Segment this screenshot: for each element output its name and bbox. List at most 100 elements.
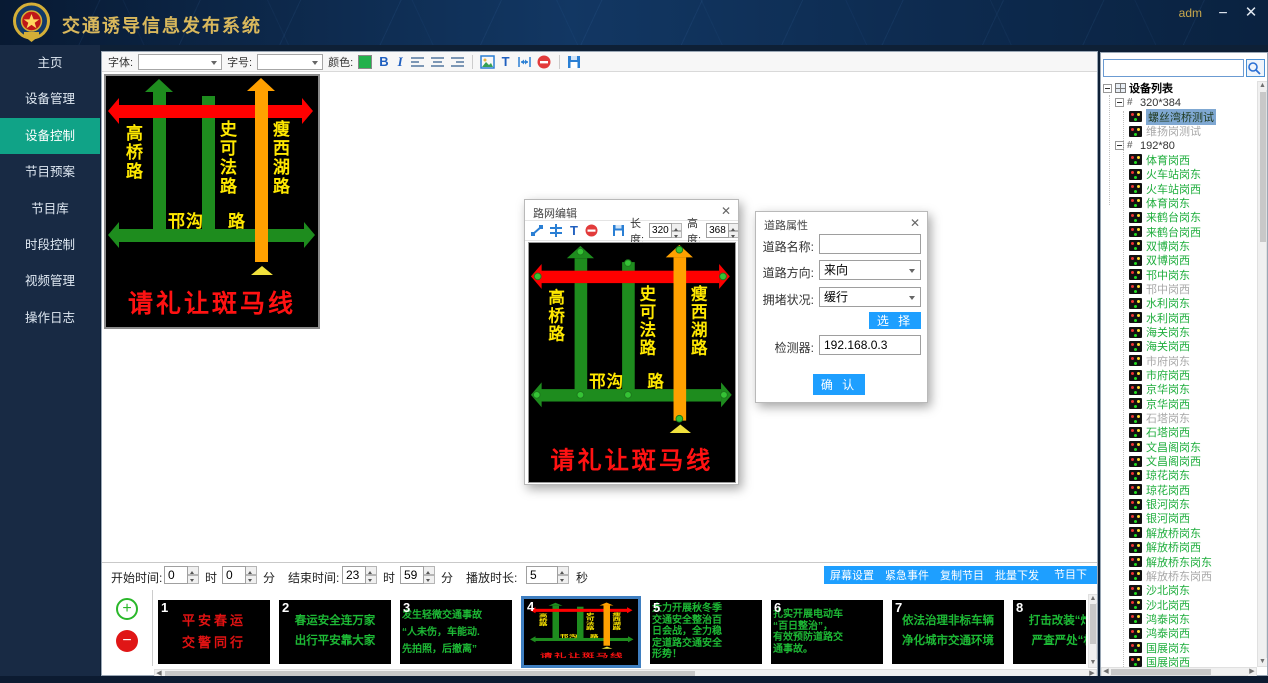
device-item[interactable]: 水利岗西	[1101, 311, 1257, 325]
playlist-thumbnail-2[interactable]: 2春运安全连万家出行平安靠大家	[279, 600, 391, 664]
search-button[interactable]	[1246, 59, 1265, 77]
device-item[interactable]: 国展岗东	[1101, 640, 1257, 654]
control-point[interactable]	[675, 246, 683, 254]
timebar-button-4[interactable]: 节目下发	[1044, 566, 1097, 584]
timebar-button-1[interactable]: 紧急事件	[879, 566, 935, 584]
italic-button[interactable]: I	[396, 54, 405, 70]
start-min-stepper[interactable]	[222, 566, 257, 584]
editor-delete-icon[interactable]	[585, 224, 598, 238]
control-point[interactable]	[624, 259, 632, 267]
control-point[interactable]	[720, 391, 728, 399]
playlist-thumbnail-3[interactable]: 3发生轻微交通事故“人未伤，车能动.先拍照，后撤离”	[400, 600, 512, 664]
congestion-select[interactable]: 缓行	[819, 287, 921, 307]
playlist-thumbnail-7[interactable]: 7依法治理非标车辆净化城市交通环境	[892, 600, 1004, 664]
collapse-icon[interactable]	[1115, 98, 1124, 107]
color-swatch[interactable]	[358, 55, 372, 69]
add-program-button[interactable]: +	[116, 598, 138, 620]
props-close-icon[interactable]	[910, 216, 920, 230]
collapse-icon[interactable]	[1103, 84, 1112, 93]
tree-group-320*384[interactable]: 320*384	[1101, 95, 1257, 109]
control-point[interactable]	[577, 391, 585, 399]
control-point[interactable]	[533, 391, 541, 399]
sidebar-item-1[interactable]: 设备管理	[0, 81, 100, 117]
end-hour-stepper[interactable]	[342, 566, 377, 584]
device-item[interactable]: 来鹤台岗东	[1101, 210, 1257, 224]
device-item[interactable]: 文昌阁岗西	[1101, 454, 1257, 468]
playlist-thumbnail-1[interactable]: 1平安春运交警同行	[158, 600, 270, 664]
device-item[interactable]: 文昌阁岗东	[1101, 440, 1257, 454]
device-search-input[interactable]	[1103, 59, 1244, 77]
font-select[interactable]	[138, 54, 222, 70]
control-point[interactable]	[719, 273, 727, 281]
device-item[interactable]: 邗中岗西	[1101, 282, 1257, 296]
timebar-button-2[interactable]: 复制节目	[934, 566, 990, 584]
bold-button[interactable]: B	[377, 54, 390, 69]
timebar-button-3[interactable]: 批量下发	[989, 566, 1045, 584]
sidebar-item-4[interactable]: 节目库	[0, 191, 100, 227]
device-item[interactable]: 体育岗东	[1101, 196, 1257, 210]
panel-vertical-scrollbar[interactable]: ▲ ▼	[1257, 81, 1267, 667]
device-item[interactable]: 银河岗西	[1101, 511, 1257, 525]
sidebar-item-6[interactable]: 视频管理	[0, 263, 100, 299]
tree-group-192*80[interactable]: 192*80	[1101, 138, 1257, 152]
device-item[interactable]: 石塔岗西	[1101, 425, 1257, 439]
size-select[interactable]	[257, 54, 323, 70]
editor-save-icon[interactable]	[612, 224, 625, 238]
timebar-button-0[interactable]: 屏幕设置	[824, 566, 880, 584]
strip-vertical-scrollbar[interactable]: ▲ ▼	[1088, 594, 1097, 668]
device-item[interactable]: 海关岗西	[1101, 339, 1257, 353]
device-item[interactable]: 京华岗西	[1101, 397, 1257, 411]
device-item[interactable]: 解放桥东岗西	[1101, 569, 1257, 583]
road-name-input[interactable]	[819, 234, 921, 254]
editor-canvas[interactable]: 高桥路 史可法路 瘦西湖路 邗沟 路 请礼让斑马线	[528, 242, 736, 483]
device-item[interactable]: 银河岗东	[1101, 497, 1257, 511]
start-hour-stepper[interactable]	[164, 566, 199, 584]
device-item[interactable]: 琼花岗西	[1101, 483, 1257, 497]
sidebar-item-7[interactable]: 操作日志	[0, 300, 100, 336]
device-item[interactable]: 海关岗东	[1101, 325, 1257, 339]
device-item[interactable]: 沙北岗西	[1101, 597, 1257, 611]
device-item[interactable]: 京华岗东	[1101, 382, 1257, 396]
device-item[interactable]: 琼花岗东	[1101, 468, 1257, 482]
device-item[interactable]: 螺丝湾桥测试	[1101, 110, 1257, 124]
device-item[interactable]: 解放桥岗西	[1101, 540, 1257, 554]
end-min-stepper[interactable]	[400, 566, 435, 584]
device-item[interactable]: 火车站岗东	[1101, 167, 1257, 181]
device-item[interactable]: 鸿泰岗西	[1101, 626, 1257, 640]
device-item[interactable]: 鸿泰岗东	[1101, 612, 1257, 626]
device-item[interactable]: 双博岗东	[1101, 239, 1257, 253]
device-item[interactable]: 邗中岗东	[1101, 267, 1257, 281]
device-item[interactable]: 双博岗西	[1101, 253, 1257, 267]
control-point[interactable]	[577, 248, 585, 256]
playlist-thumbnail-6[interactable]: 6扎实开展电动车“百日整治”，有效预防道路交通事故。	[771, 600, 883, 664]
device-item[interactable]: 解放桥东岗东	[1101, 554, 1257, 568]
sidebar-item-5[interactable]: 时段控制	[0, 227, 100, 263]
height-stepper[interactable]	[706, 223, 739, 238]
align-right-icon[interactable]	[450, 55, 465, 69]
confirm-button[interactable]: 确 认	[813, 374, 865, 395]
align-left-icon[interactable]	[410, 55, 425, 69]
close-icon[interactable]	[1242, 4, 1260, 22]
editor-close-icon[interactable]	[721, 204, 731, 218]
device-item[interactable]: 维扬岗测试	[1101, 124, 1257, 138]
text-tool-button[interactable]: T	[500, 54, 512, 69]
device-item[interactable]: 来鹤台岗西	[1101, 224, 1257, 238]
minimize-icon[interactable]	[1214, 4, 1232, 22]
save-icon[interactable]	[567, 55, 582, 69]
duration-stepper[interactable]	[526, 566, 569, 584]
device-item[interactable]: 石塔岗东	[1101, 411, 1257, 425]
editor-text-tool[interactable]: T	[568, 223, 580, 238]
user-name[interactable]: adm	[1179, 6, 1202, 20]
device-item[interactable]: 体育岗西	[1101, 153, 1257, 167]
sign-preview-canvas[interactable]: 高桥路 史可法路 瘦西湖路 邗沟 路 请礼让斑马线	[104, 74, 320, 329]
device-item[interactable]: 解放桥岗东	[1101, 526, 1257, 540]
control-point[interactable]	[675, 415, 683, 423]
device-item[interactable]: 火车站岗西	[1101, 181, 1257, 195]
device-item[interactable]: 市府岗东	[1101, 354, 1257, 368]
sidebar-item-3[interactable]: 节目预案	[0, 154, 100, 190]
insert-image-icon[interactable]	[480, 55, 495, 69]
device-item[interactable]: 沙北岗东	[1101, 583, 1257, 597]
sidebar-item-2[interactable]: 设备控制	[0, 118, 100, 154]
control-point[interactable]	[624, 391, 632, 399]
playlist-thumbnail-4[interactable]: 4 高桥路 史可法路 瘦西湖路 邗沟 路 请礼让斑马线	[521, 596, 641, 668]
